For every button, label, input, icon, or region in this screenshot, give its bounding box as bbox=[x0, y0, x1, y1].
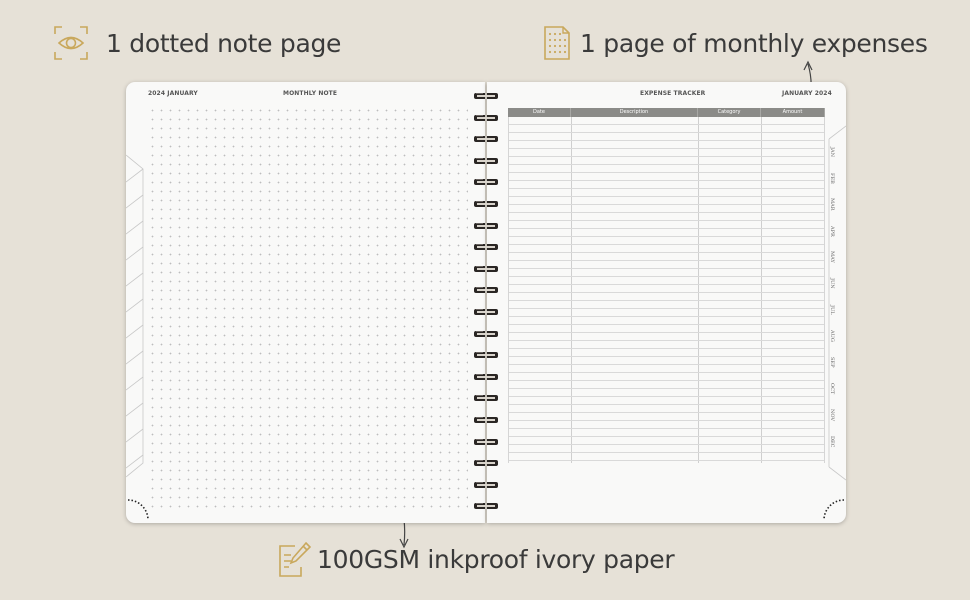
feature-paper-quality: 100GSM inkproof ivory paper bbox=[279, 541, 675, 577]
page-title: EXPENSE TRACKER bbox=[640, 90, 706, 97]
month-tab-may[interactable]: MAY bbox=[829, 244, 835, 270]
month-tab-apr[interactable]: APR bbox=[829, 218, 835, 244]
spiral-ring bbox=[472, 200, 500, 209]
spiral-ring bbox=[472, 373, 500, 382]
monthly-note-page: 2024 JANUARY MONTHLY NOTE bbox=[126, 82, 485, 523]
month-tab-aug[interactable]: AUG bbox=[829, 323, 835, 349]
expense-tracker-page: EXPENSE TRACKER JANUARY 2024 Date Descri… bbox=[487, 82, 846, 523]
column-header-category: Category bbox=[698, 108, 761, 117]
dot-grid bbox=[148, 106, 468, 508]
spiral-ring bbox=[472, 481, 500, 490]
spiral-ring bbox=[472, 416, 500, 425]
notebook-spread: 2024 JANUARY MONTHLY NOTE EXPENSE TRACKE… bbox=[126, 82, 846, 523]
page-title: MONTHLY NOTE bbox=[283, 90, 338, 97]
spiral-ring bbox=[472, 265, 500, 274]
month-tab-sep[interactable]: SEP bbox=[829, 349, 835, 375]
month-tab-jun[interactable]: JUN bbox=[829, 270, 835, 296]
month-tab-jul[interactable]: JUL bbox=[829, 297, 835, 323]
page-date: 2024 JANUARY bbox=[148, 90, 198, 97]
month-tab-jan[interactable]: JAN bbox=[829, 139, 835, 165]
feature-monthly-expenses: 1 page of monthly expenses bbox=[544, 26, 928, 60]
table-rows bbox=[508, 117, 825, 463]
page-date: JANUARY 2024 bbox=[782, 90, 832, 97]
feature-dotted-label: 1 dotted note page bbox=[106, 28, 342, 58]
feature-dotted-note: 1 dotted note page bbox=[54, 26, 341, 60]
spiral-ring bbox=[472, 286, 500, 295]
month-tab-oct[interactable]: OCT bbox=[829, 376, 835, 402]
month-tabs: JAN FEB MAR APR MAY JUN JUL AUG SEP OCT … bbox=[829, 139, 843, 455]
spiral-ring bbox=[472, 178, 500, 187]
column-header-description: Description bbox=[571, 108, 698, 117]
month-tab-mar[interactable]: MAR bbox=[829, 192, 835, 218]
eye-icon bbox=[54, 26, 88, 60]
spiral-ring bbox=[472, 438, 500, 447]
month-tab-feb[interactable]: FEB bbox=[829, 165, 835, 191]
pen-paper-icon bbox=[279, 541, 311, 577]
spiral-ring bbox=[472, 157, 500, 166]
column-header-date: Date bbox=[508, 108, 571, 117]
table-header: Date Description Category Amount bbox=[508, 108, 825, 117]
spiral-ring bbox=[472, 114, 500, 123]
spiral-ring bbox=[472, 459, 500, 468]
spiral-ring bbox=[472, 243, 500, 252]
spiral-ring bbox=[472, 308, 500, 317]
dotted-page-icon bbox=[544, 26, 570, 60]
column-header-amount: Amount bbox=[761, 108, 825, 117]
spiral-ring bbox=[472, 502, 500, 511]
spiral-ring bbox=[472, 135, 500, 144]
expense-table: Date Description Category Amount bbox=[508, 108, 825, 463]
feature-paper-label: 100GSM inkproof ivory paper bbox=[317, 544, 675, 574]
spiral-ring bbox=[472, 222, 500, 231]
feature-expenses-label: 1 page of monthly expenses bbox=[580, 28, 928, 58]
spiral-ring bbox=[472, 351, 500, 360]
spiral-ring bbox=[472, 330, 500, 339]
spiral-ring bbox=[472, 394, 500, 403]
spiral-ring bbox=[472, 92, 500, 101]
month-tab-nov[interactable]: NOV bbox=[829, 402, 835, 428]
spiral-binding bbox=[472, 92, 500, 512]
month-tab-dec[interactable]: DEC bbox=[829, 428, 835, 454]
